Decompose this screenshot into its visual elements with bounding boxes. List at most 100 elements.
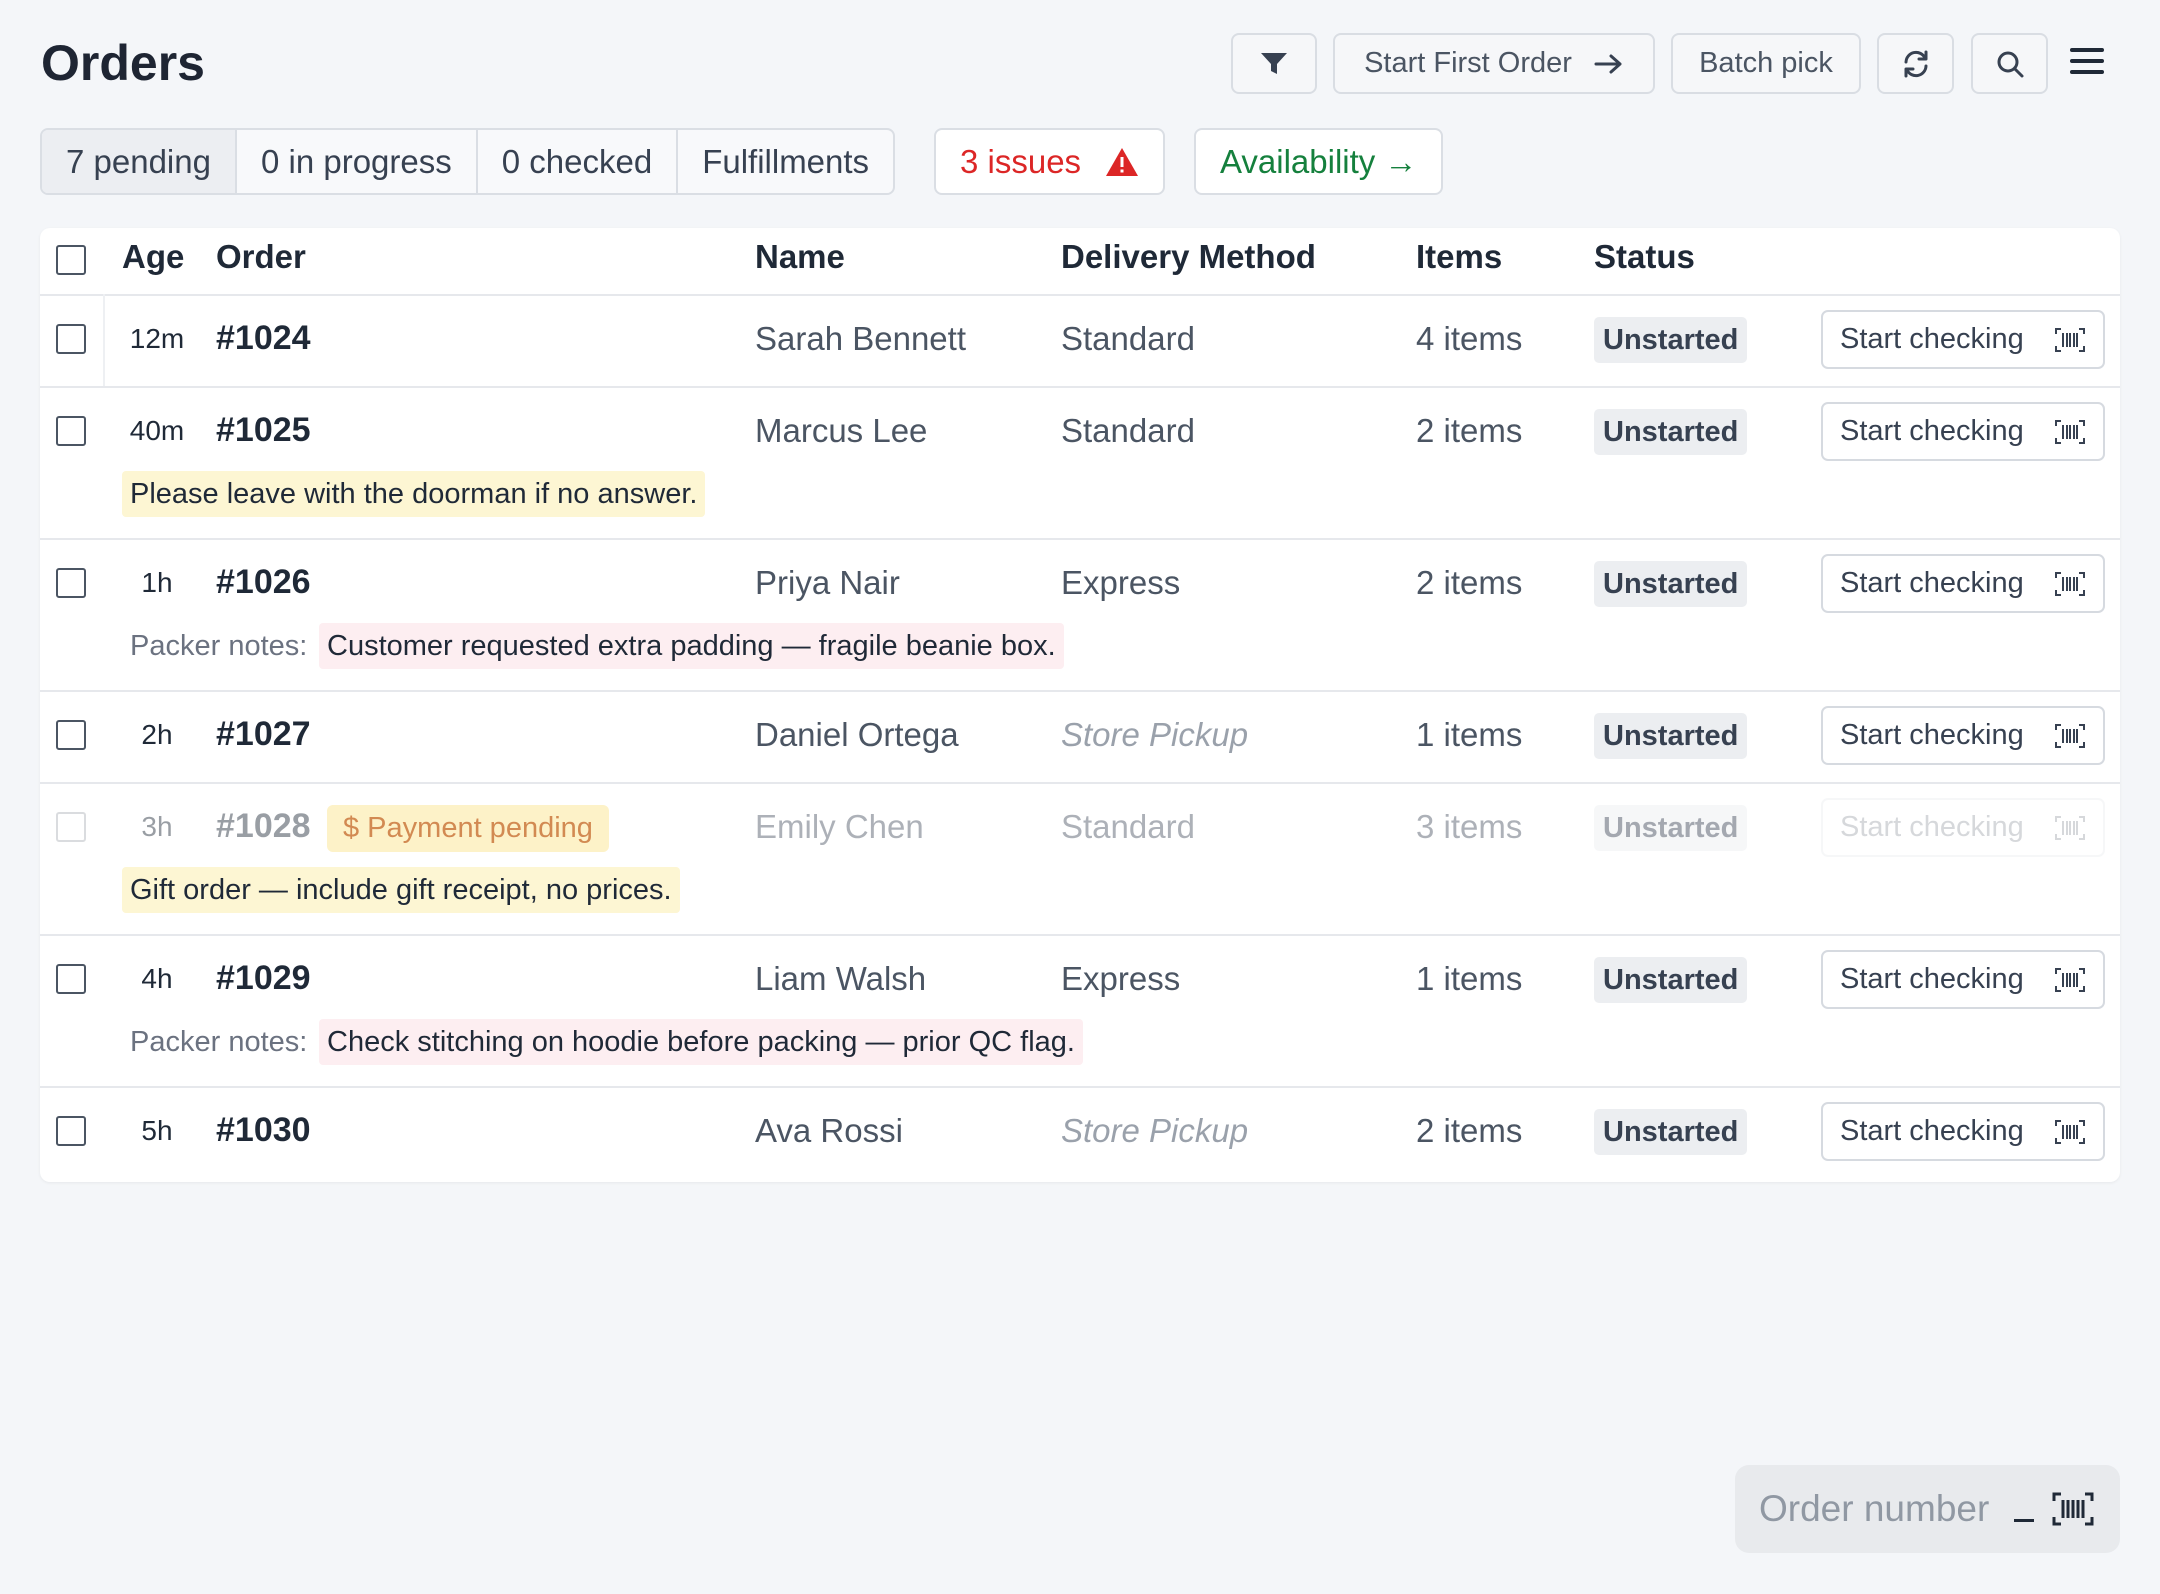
delivery-note: Gift order — include gift receipt, no pr… <box>122 867 680 913</box>
row-checkbox[interactable] <box>56 720 86 750</box>
barcode-icon <box>2055 571 2085 596</box>
start-checking-button[interactable]: Start checking <box>1821 950 2105 1009</box>
filter-icon <box>1261 52 1287 74</box>
start-checking-button[interactable]: Start checking <box>1821 554 2105 613</box>
table-row: 3h #1028 $ Payment pending Emily Chen St… <box>40 782 2120 936</box>
start-checking-button[interactable]: Start checking <box>1821 1102 2105 1161</box>
table-row[interactable]: 4h #1029 Liam Walsh Express 1 items Unst… <box>40 934 2120 1088</box>
start-checking-label: Start checking <box>1840 719 2024 751</box>
tab-fulfillments[interactable]: Fulfillments <box>678 130 893 193</box>
item-count: 2 items <box>1416 412 1523 449</box>
barcode-icon <box>2055 967 2085 992</box>
customer-name: Marcus Lee <box>755 412 928 449</box>
barcode-scan-icon[interactable] <box>2052 1492 2094 1526</box>
search-button[interactable] <box>1971 33 2048 94</box>
barcode-icon <box>2055 327 2085 352</box>
status-tabs: 7 pending 0 in progress 0 checked Fulfil… <box>40 128 896 195</box>
order-number[interactable]: #1026 <box>216 562 311 602</box>
warning-icon <box>1106 147 1139 176</box>
order-number[interactable]: #1029 <box>216 958 311 998</box>
tab-checked[interactable]: 0 checked <box>478 130 679 193</box>
table-row[interactable]: 12m #1024 Sarah Bennett Standard 4 items… <box>40 294 2120 388</box>
row-checkbox[interactable] <box>56 964 86 994</box>
customer-name: Liam Walsh <box>755 960 927 997</box>
delivery-method: Express <box>1061 564 1181 601</box>
order-age: 2h <box>141 719 173 750</box>
filter-button[interactable] <box>1231 33 1317 94</box>
table-row[interactable]: 40m #1025 Marcus Lee Standard 2 items Un… <box>40 386 2120 540</box>
search-icon <box>1997 51 2023 77</box>
status-badge: Unstarted <box>1594 409 1748 455</box>
status-badge: Unstarted <box>1594 713 1748 759</box>
order-number[interactable]: #1025 <box>216 410 311 450</box>
item-count: 2 items <box>1416 1112 1523 1149</box>
barcode-icon <box>2055 419 2085 444</box>
menu-icon[interactable] <box>2070 48 2104 78</box>
customer-name: Emily Chen <box>755 808 924 845</box>
delivery-note: Please leave with the doorman if no answ… <box>122 471 706 517</box>
customer-name: Sarah Bennett <box>755 320 966 357</box>
row-checkbox[interactable] <box>56 416 86 446</box>
delivery-method: Standard <box>1061 412 1195 449</box>
col-name: Name <box>755 238 845 275</box>
start-first-order-button[interactable]: Start First Order <box>1333 33 1655 94</box>
start-checking-button[interactable]: Start checking <box>1821 706 2105 765</box>
start-checking-label: Start checking <box>1840 1115 2024 1147</box>
barcode-icon <box>2055 815 2085 840</box>
status-badge: Unstarted <box>1594 805 1748 851</box>
item-count: 2 items <box>1416 564 1523 601</box>
start-checking-button[interactable]: Start checking <box>1821 310 2105 369</box>
col-order: Order <box>216 238 306 275</box>
row-checkbox[interactable] <box>56 324 86 354</box>
order-number[interactable]: #1030 <box>216 1110 311 1150</box>
packer-note: Customer requested extra padding — fragi… <box>319 623 1064 669</box>
order-number[interactable]: #1024 <box>216 318 311 358</box>
order-age: 3h <box>141 811 173 842</box>
row-checkbox <box>56 812 86 842</box>
order-age: 1h <box>141 567 173 598</box>
start-checking-label: Start checking <box>1840 415 2024 447</box>
item-count: 3 items <box>1416 808 1523 845</box>
item-count: 1 items <box>1416 960 1523 997</box>
item-count: 1 items <box>1416 716 1523 753</box>
availability-link[interactable]: Availability → <box>1194 128 1444 195</box>
select-all-checkbox[interactable] <box>56 245 86 275</box>
barcode-icon <box>2055 1119 2085 1144</box>
order-age: 40m <box>129 415 185 446</box>
delivery-method: Store Pickup <box>1061 1112 1249 1149</box>
delivery-method: Express <box>1061 960 1181 997</box>
tab-pending[interactable]: 7 pending <box>42 130 237 193</box>
arrow-right-icon <box>1594 54 1622 73</box>
col-status: Status <box>1594 238 1695 275</box>
row-checkbox[interactable] <box>56 1116 86 1146</box>
issues-button[interactable]: 3 issues <box>934 128 1166 195</box>
start-checking-label: Start checking <box>1840 811 2024 843</box>
delivery-method: Standard <box>1061 808 1195 845</box>
table-row[interactable]: 5h #1030 Ava Rossi Store Pickup 2 items … <box>40 1086 2120 1178</box>
order-age: 4h <box>141 963 173 994</box>
barcode-icon <box>2055 723 2085 748</box>
delivery-method: Store Pickup <box>1061 716 1249 753</box>
row-checkbox[interactable] <box>56 568 86 598</box>
order-number[interactable]: #1027 <box>216 714 311 754</box>
status-badge: Unstarted <box>1594 957 1748 1003</box>
start-checking-button[interactable]: Start checking <box>1821 402 2105 461</box>
table-row[interactable]: 2h #1027 Daniel Ortega Store Pickup 1 it… <box>40 690 2120 784</box>
order-number-input[interactable]: Order number <box>1735 1465 2120 1553</box>
order-age: 5h <box>141 1115 173 1146</box>
batch-pick-button[interactable]: Batch pick <box>1671 33 1861 94</box>
start-checking-label: Start checking <box>1840 323 2024 355</box>
text-cursor <box>2014 1518 2034 1522</box>
packer-note: Check stitching on hoodie before packing… <box>319 1019 1083 1065</box>
refresh-button[interactable] <box>1877 33 1954 94</box>
batch-pick-label: Batch pick <box>1699 47 1833 79</box>
order-number: #1028 <box>216 807 311 845</box>
orders-table: Age Order Name Delivery Method Items Sta… <box>40 228 2120 1182</box>
issues-label: 3 issues <box>960 142 1082 180</box>
packer-notes-label: Packer notes: <box>130 630 308 662</box>
col-items: Items <box>1416 238 1503 275</box>
table-row[interactable]: 1h #1026 Priya Nair Express 2 items Unst… <box>40 538 2120 692</box>
status-badge: Unstarted <box>1594 1109 1748 1155</box>
customer-name: Priya Nair <box>755 564 900 601</box>
tab-in-progress[interactable]: 0 in progress <box>237 130 478 193</box>
